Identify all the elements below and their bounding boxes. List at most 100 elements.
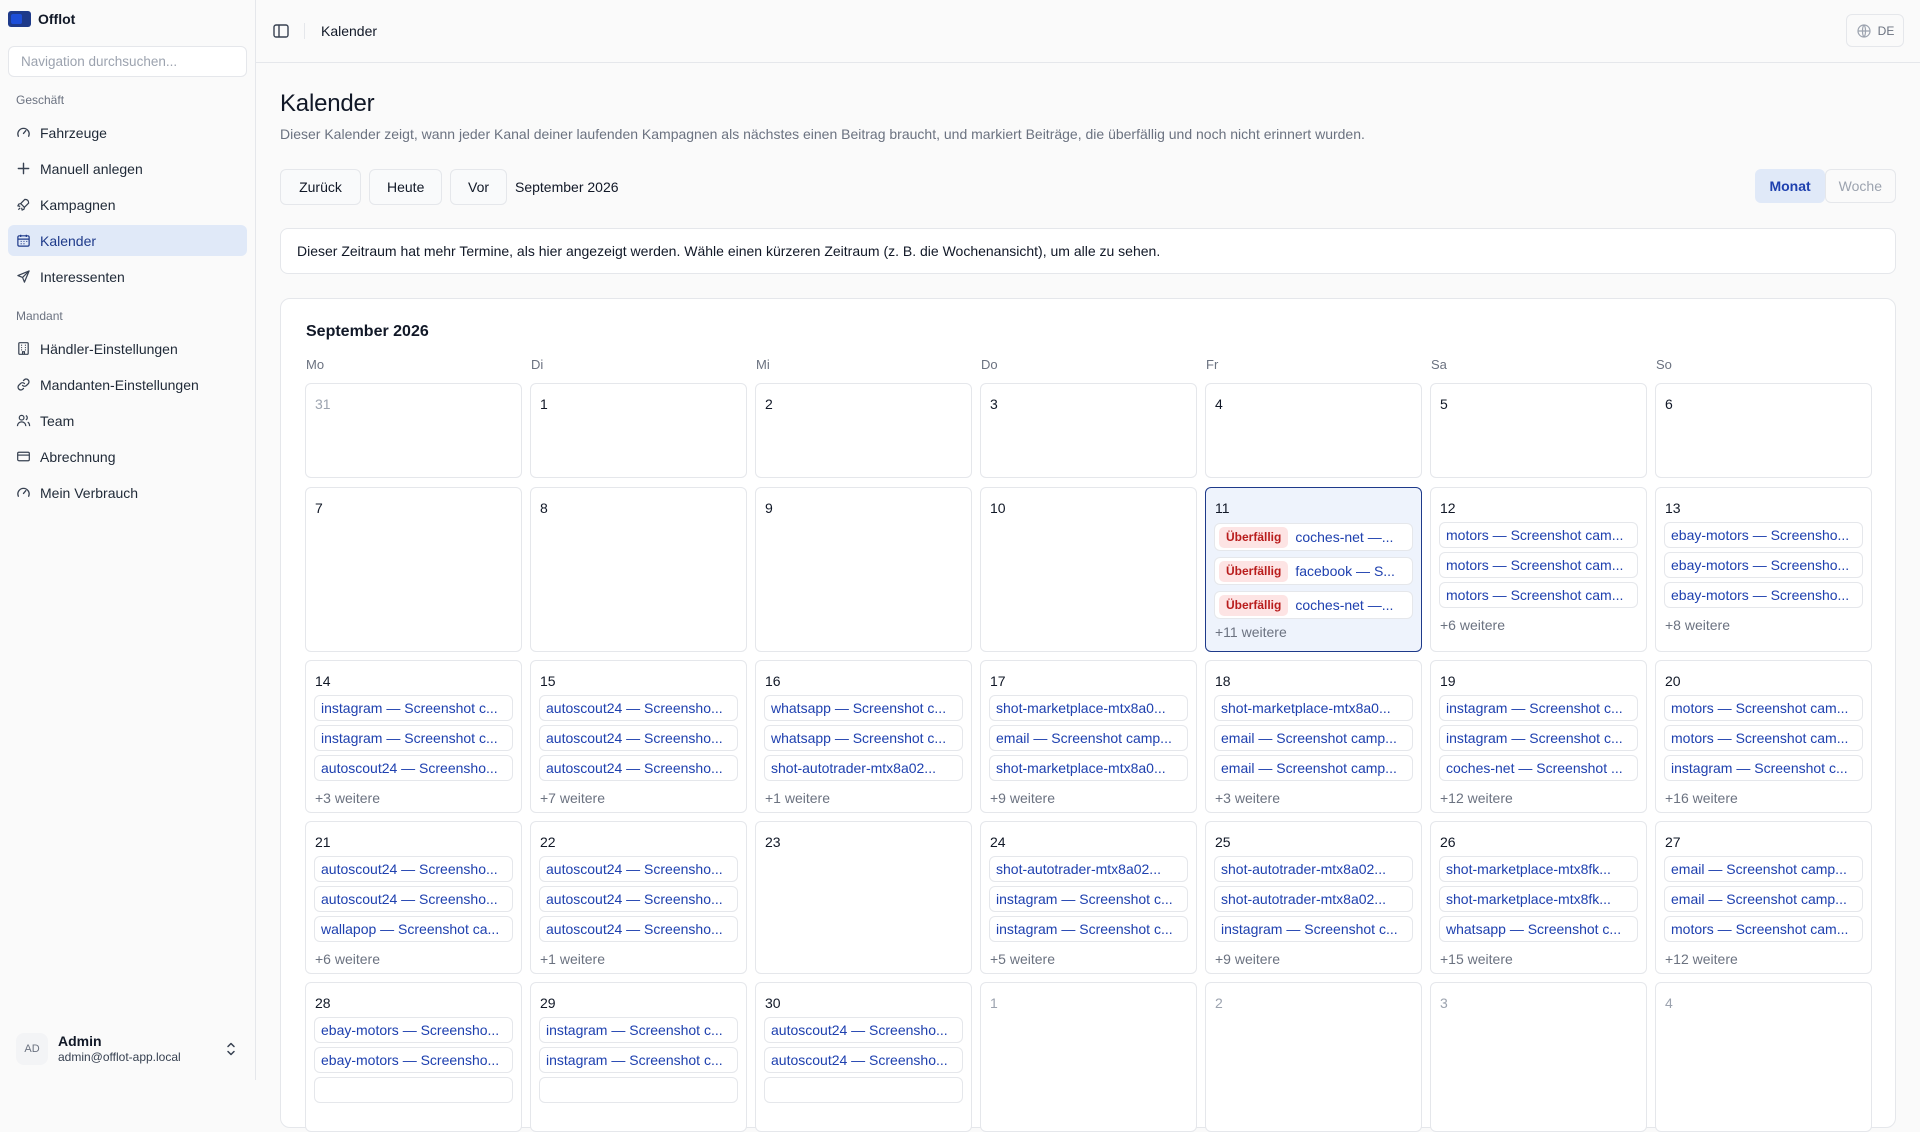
more-events-link[interactable]: +1 weitere <box>765 790 830 806</box>
more-events-link[interactable]: +15 weitere <box>1440 951 1513 967</box>
calendar-day-cell[interactable]: 24 shot-autotrader-mtx8a02... instagram — … <box>980 821 1197 974</box>
more-events-link[interactable]: +3 weitere <box>1215 790 1280 806</box>
calendar-day-cell[interactable]: 2 <box>755 383 972 478</box>
event-chip[interactable]: autoscout24 — Screensho... <box>539 886 738 912</box>
calendar-day-cell[interactable]: 5 <box>1430 383 1647 478</box>
more-events-link[interactable]: +6 weitere <box>315 951 380 967</box>
calendar-day-cell[interactable]: 19 instagram — Screenshot c... instagram —… <box>1430 660 1647 813</box>
sidebar-item-mandanten-einstellungen[interactable]: Mandanten-Einstellungen <box>8 369 247 400</box>
calendar-day-cell[interactable]: 15 autoscout24 — Screensho... autoscout24 … <box>530 660 747 813</box>
event-chip[interactable]: motors — Screenshot cam... <box>1439 582 1638 608</box>
event-chip[interactable]: autoscout24 — Screensho... <box>764 1017 963 1043</box>
calendar-day-cell[interactable]: 4 <box>1655 982 1872 1132</box>
calendar-day-cell[interactable]: 14 instagram — Screenshot c... instagram —… <box>305 660 522 813</box>
event-chip[interactable]: autoscout24 — Screensho... <box>314 856 513 882</box>
calendar-day-cell[interactable]: 16 whatsapp — Screenshot c... whatsapp — S… <box>755 660 972 813</box>
calendar-day-cell[interactable]: 31 <box>305 383 522 478</box>
calendar-day-cell[interactable]: 10 <box>980 487 1197 652</box>
sidebar-item-abrechnung[interactable]: Abrechnung <box>8 441 247 472</box>
calendar-day-cell[interactable]: 3 <box>980 383 1197 478</box>
user-menu[interactable]: AD Admin admin@offlot-app.local <box>8 1026 247 1072</box>
event-chip[interactable] <box>764 1077 963 1103</box>
calendar-day-cell[interactable]: 23 <box>755 821 972 974</box>
brand[interactable]: Offlot <box>8 10 75 28</box>
event-chip[interactable]: instagram — Screenshot c... <box>1664 755 1863 781</box>
event-chip[interactable]: motors — Screenshot cam... <box>1664 695 1863 721</box>
view-week-button[interactable]: Woche <box>1824 169 1896 203</box>
event-chip[interactable]: autoscout24 — Screensho... <box>539 856 738 882</box>
more-events-link[interactable]: +16 weitere <box>1665 790 1738 806</box>
sidebar-toggle-icon[interactable] <box>272 22 290 40</box>
calendar-day-cell[interactable]: 28 ebay-motors — Screensho... ebay-motors … <box>305 982 522 1132</box>
event-chip[interactable]: instagram — Screenshot c... <box>539 1017 738 1043</box>
event-chip[interactable]: autoscout24 — Screensho... <box>314 755 513 781</box>
event-chip-overdue[interactable]: Überfällig coches-net —... <box>1214 591 1413 619</box>
event-chip[interactable]: autoscout24 — Screensho... <box>314 886 513 912</box>
calendar-day-cell[interactable]: 7 <box>305 487 522 652</box>
event-chip[interactable]: shot-autotrader-mtx8a02... <box>1214 886 1413 912</box>
event-chip[interactable]: autoscout24 — Screensho... <box>539 695 738 721</box>
event-chip[interactable]: instagram — Screenshot c... <box>314 725 513 751</box>
event-chip[interactable]: motors — Screenshot cam... <box>1664 725 1863 751</box>
event-chip[interactable] <box>539 1077 738 1103</box>
calendar-day-cell[interactable]: 25 shot-autotrader-mtx8a02... shot-autotra… <box>1205 821 1422 974</box>
calendar-day-cell[interactable]: 22 autoscout24 — Screensho... autoscout24 … <box>530 821 747 974</box>
navigation-search-input[interactable] <box>8 46 247 77</box>
more-events-link[interactable]: +9 weitere <box>990 790 1055 806</box>
calendar-day-cell[interactable]: 13 ebay-motors — Screensho... ebay-motors … <box>1655 487 1872 652</box>
calendar-day-cell[interactable]: 1 <box>980 982 1197 1132</box>
event-chip[interactable]: email — Screenshot camp... <box>1664 886 1863 912</box>
event-chip[interactable]: shot-marketplace-mtx8a0... <box>1214 695 1413 721</box>
event-chip-overdue[interactable]: Überfällig coches-net —... <box>1214 523 1413 551</box>
event-chip[interactable]: autoscout24 — Screensho... <box>539 755 738 781</box>
calendar-day-cell[interactable]: 3 <box>1430 982 1647 1132</box>
more-events-link[interactable]: +3 weitere <box>315 790 380 806</box>
event-chip[interactable]: motors — Screenshot cam... <box>1664 916 1863 942</box>
today-button[interactable]: Heute <box>369 169 442 205</box>
event-chip[interactable]: ebay-motors — Screensho... <box>314 1017 513 1043</box>
sidebar-item-haendler-einstellungen[interactable]: Händler-Einstellungen <box>8 333 247 364</box>
prev-button[interactable]: Zurück <box>280 169 361 205</box>
event-chip[interactable]: email — Screenshot camp... <box>1214 755 1413 781</box>
more-events-link[interactable]: +8 weitere <box>1665 617 1730 633</box>
calendar-day-cell[interactable]: 18 shot-marketplace-mtx8a0... email — Scre… <box>1205 660 1422 813</box>
next-button[interactable]: Vor <box>450 169 507 205</box>
event-chip[interactable]: whatsapp — Screenshot c... <box>764 695 963 721</box>
event-chip[interactable]: motors — Screenshot cam... <box>1439 522 1638 548</box>
event-chip[interactable]: email — Screenshot camp... <box>989 725 1188 751</box>
event-chip[interactable]: ebay-motors — Screensho... <box>1664 552 1863 578</box>
event-chip[interactable]: shot-marketplace-mtx8fk... <box>1439 856 1638 882</box>
calendar-day-cell[interactable]: 21 autoscout24 — Screensho... autoscout24 … <box>305 821 522 974</box>
more-events-link[interactable]: +1 weitere <box>540 951 605 967</box>
event-chip[interactable]: shot-autotrader-mtx8a02... <box>1214 856 1413 882</box>
calendar-day-cell[interactable]: 20 motors — Screenshot cam... motors — Scr… <box>1655 660 1872 813</box>
more-events-link[interactable]: +6 weitere <box>1440 617 1505 633</box>
calendar-day-cell[interactable]: 2 <box>1205 982 1422 1132</box>
sidebar-item-manuell-anlegen[interactable]: Manuell anlegen <box>8 153 247 184</box>
event-chip[interactable]: autoscout24 — Screensho... <box>764 1047 963 1073</box>
calendar-day-cell[interactable]: 1 <box>530 383 747 478</box>
event-chip[interactable]: instagram — Screenshot c... <box>989 886 1188 912</box>
calendar-day-cell[interactable]: 29 instagram — Screenshot c... instagram —… <box>530 982 747 1132</box>
event-chip[interactable]: motors — Screenshot cam... <box>1439 552 1638 578</box>
event-chip-overdue[interactable]: Überfällig facebook — S... <box>1214 557 1413 585</box>
language-button[interactable]: DE <box>1846 14 1904 47</box>
more-events-link[interactable]: +11 weitere <box>1215 624 1287 640</box>
event-chip[interactable]: shot-marketplace-mtx8a0... <box>989 755 1188 781</box>
sidebar-item-interessenten[interactable]: Interessenten <box>8 261 247 292</box>
calendar-day-cell[interactable]: 9 <box>755 487 972 652</box>
event-chip[interactable]: instagram — Screenshot c... <box>1439 695 1638 721</box>
event-chip[interactable]: ebay-motors — Screensho... <box>314 1047 513 1073</box>
calendar-day-cell[interactable]: 17 shot-marketplace-mtx8a0... email — Scre… <box>980 660 1197 813</box>
event-chip[interactable]: shot-autotrader-mtx8a02... <box>764 755 963 781</box>
event-chip[interactable]: whatsapp — Screenshot c... <box>764 725 963 751</box>
event-chip[interactable]: ebay-motors — Screensho... <box>1664 522 1863 548</box>
event-chip[interactable]: shot-marketplace-mtx8a0... <box>989 695 1188 721</box>
sidebar-item-fahrzeuge[interactable]: Fahrzeuge <box>8 117 247 148</box>
calendar-day-cell-today[interactable]: 11 Überfällig coches-net —... Überfällig fac… <box>1205 487 1422 652</box>
event-chip[interactable]: instagram — Screenshot c... <box>1214 916 1413 942</box>
event-chip[interactable]: wallapop — Screenshot ca... <box>314 916 513 942</box>
sidebar-item-kampagnen[interactable]: Kampagnen <box>8 189 247 220</box>
calendar-day-cell[interactable]: 27 email — Screenshot camp... email — Scre… <box>1655 821 1872 974</box>
event-chip[interactable]: instagram — Screenshot c... <box>989 916 1188 942</box>
